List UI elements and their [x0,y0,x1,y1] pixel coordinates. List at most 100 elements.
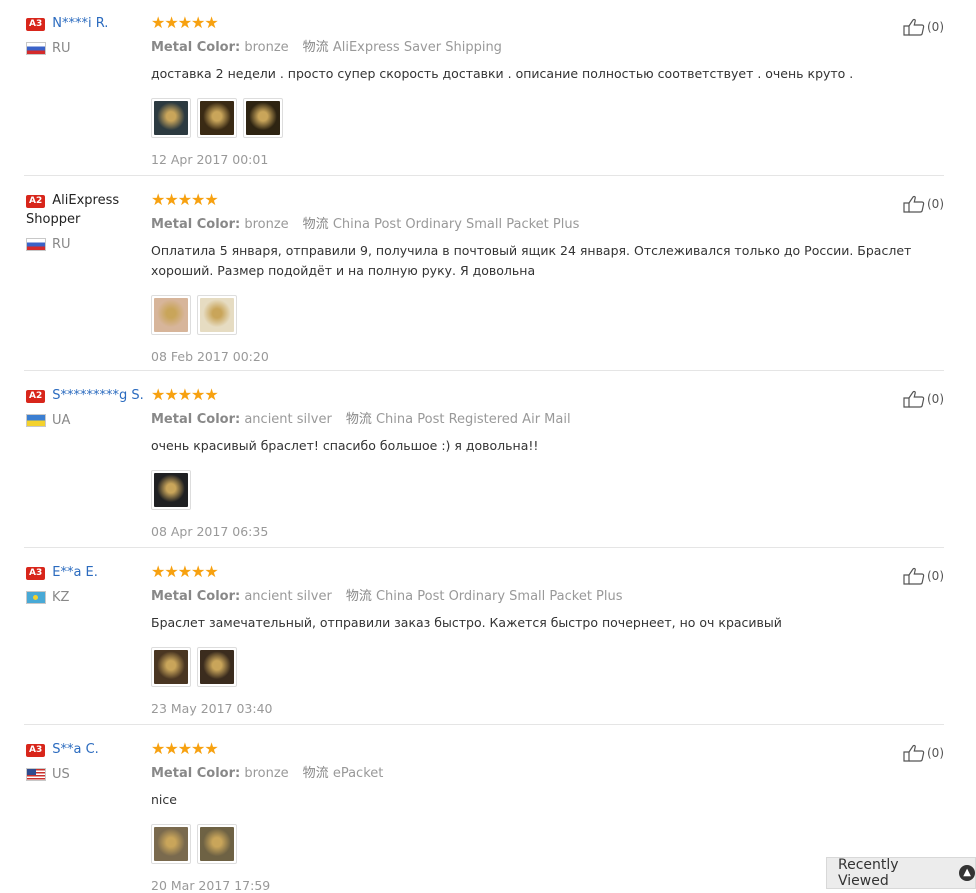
review-photo-thumbnail[interactable] [197,295,237,335]
metal-color-value: ancient silver [244,589,332,604]
review-photo-thumbnail[interactable] [151,98,191,138]
metal-color-label: Metal Color: [151,217,241,232]
order-info: Metal Color: bronze 物流 China Post Ordinar… [151,216,951,233]
reviewer-name[interactable]: S*********g S. [52,388,144,403]
shipping-info: 物流 AliExpress Saver Shipping [303,40,502,55]
review-text: nice [151,792,177,807]
reviewer-info: A3 S**a C. US [26,740,146,782]
review-photo-thumbnail[interactable] [151,295,191,335]
star-rating: ★★★★★ [151,190,219,209]
review-content: ★★★★★ Metal Color: ancient silver 物流 China… [151,386,951,539]
shipping-method: China Post Registered Air Mail [375,412,571,427]
shipping-method: China Post Ordinary Small Packet Plus [332,217,580,232]
reviewer-name[interactable]: S**a C. [52,742,99,757]
thumbs-up-icon [903,744,925,762]
thumbs-up-icon [903,18,925,36]
review-divider [24,724,944,725]
order-info: Metal Color: ancient silver 物流 China Post… [151,588,951,605]
review-text: Браслет замечательный, отправили заказ б… [151,615,782,630]
helpful-count: (0) [927,392,944,406]
star-rating: ★★★★★ [151,13,219,32]
reviewer-country: UA [26,413,146,428]
shipping-info: 物流 ePacket [303,766,384,781]
country-code: US [52,767,70,782]
review-photo-thumbnail[interactable] [243,98,283,138]
helpful-button[interactable]: (0) [903,567,944,585]
shipping-label: 物流 [302,217,329,232]
review-photo-thumbnail[interactable] [197,647,237,687]
helpful-count: (0) [927,746,944,760]
metal-color-label: Metal Color: [151,766,241,781]
buyer-level-badge: A3 [26,567,46,580]
star-rating: ★★★★★ [151,562,219,581]
review-content: ★★★★★ Metal Color: bronze 物流 China Post Or… [151,191,951,364]
shipping-method: ePacket [332,766,384,781]
review-text: доставка 2 недели . просто супер скорост… [151,66,854,81]
country-code: KZ [52,590,70,605]
metal-color-value: bronze [244,766,289,781]
helpful-count: (0) [927,197,944,211]
review-divider [24,370,944,371]
review-photos [151,647,951,687]
country-code: RU [52,237,71,252]
review-photo-thumbnail[interactable] [151,470,191,510]
helpful-count: (0) [927,569,944,583]
review-divider [24,175,944,176]
review-content: ★★★★★ Metal Color: bronze 物流 AliExpress Sa… [151,14,951,167]
country-code: UA [52,413,71,428]
metal-color-label: Metal Color: [151,412,241,427]
buyer-level-badge: A3 [26,744,46,757]
review-photos [151,98,951,138]
reviewer-info: A3 E**a E. KZ [26,563,146,605]
reviewer-line: A3 N****i R. [26,14,146,33]
metal-color-label: Metal Color: [151,589,241,604]
helpful-button[interactable]: (0) [903,390,944,408]
review-photo-thumbnail[interactable] [151,647,191,687]
order-info: Metal Color: ancient silver 物流 China Post… [151,411,951,428]
reviewer-line: A3 E**a E. [26,563,146,582]
helpful-button[interactable]: (0) [903,744,944,762]
order-info: Metal Color: bronze 物流 ePacket [151,765,951,782]
flag-icon [26,238,46,251]
review-photos [151,295,951,335]
review-photo-thumbnail[interactable] [197,824,237,864]
shipping-label: 物流 [302,40,329,55]
star-rating: ★★★★★ [151,739,219,758]
flag-icon [26,42,46,55]
review-date: 08 Apr 2017 06:35 [151,524,269,539]
metal-color-value: ancient silver [244,412,332,427]
country-code: RU [52,41,71,56]
buyer-level-badge: A2 [26,195,46,208]
flag-icon [26,768,46,781]
recently-viewed-label: Recently Viewed [838,857,899,889]
reviewer-line: A3 S**a C. [26,740,146,759]
review-text: очень красивый браслет! спасибо большое … [151,438,539,453]
shipping-info: 物流 China Post Ordinary Small Packet Plus [346,589,623,604]
review-photo-thumbnail[interactable] [197,98,237,138]
review-photo-thumbnail[interactable] [151,824,191,864]
review-date: 23 May 2017 03:40 [151,701,273,716]
buyer-level-badge: A3 [26,18,46,31]
reviewer-info: A2 S*********g S. UA [26,386,146,428]
shipping-label: 物流 [345,589,372,604]
review-content: ★★★★★ Metal Color: ancient silver 物流 China… [151,563,951,716]
reviewer-line: A2 AliExpress Shopper [26,191,146,229]
shipping-info: 物流 China Post Ordinary Small Packet Plus [303,217,580,232]
shipping-method: China Post Ordinary Small Packet Plus [375,589,623,604]
flag-icon [26,591,46,604]
helpful-button[interactable]: (0) [903,195,944,213]
helpful-button[interactable]: (0) [903,18,944,36]
review-date: 08 Feb 2017 00:20 [151,349,269,364]
recently-viewed-button[interactable]: Recently Viewed ▲ [826,857,976,889]
shipping-info: 物流 China Post Registered Air Mail [346,412,571,427]
thumbs-up-icon [903,567,925,585]
review-date: 12 Apr 2017 00:01 [151,152,269,167]
reviewer-country: RU [26,237,146,252]
thumbs-up-icon [903,390,925,408]
order-info: Metal Color: bronze 物流 AliExpress Saver S… [151,39,951,56]
review-photos [151,470,951,510]
reviewer-name[interactable]: N****i R. [52,16,108,31]
shipping-label: 物流 [302,766,329,781]
reviewer-name[interactable]: E**a E. [52,565,98,580]
metal-color-value: bronze [244,217,289,232]
